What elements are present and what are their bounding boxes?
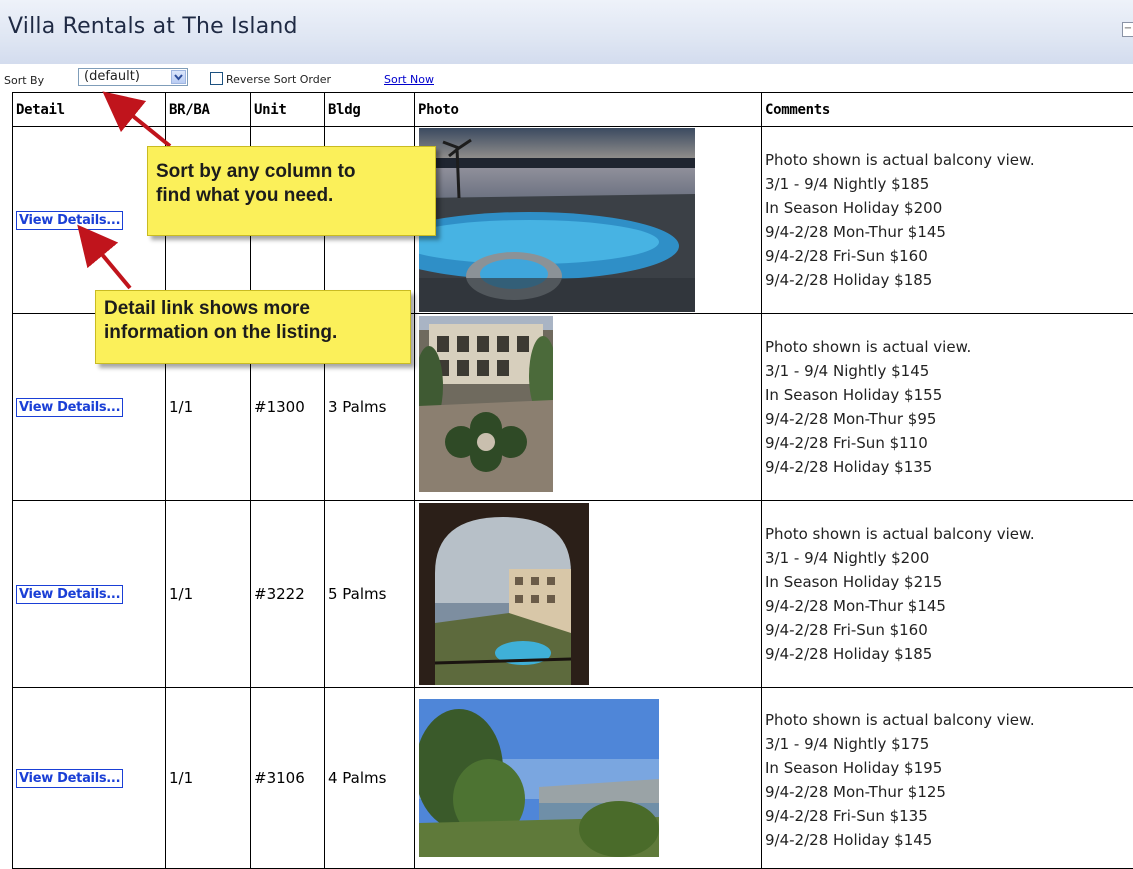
photo-cell <box>415 688 762 869</box>
reverse-sort-checkbox[interactable] <box>210 72 223 85</box>
trees-and-lake-photo <box>419 699 659 857</box>
callout-line: Detail link shows more <box>104 297 402 321</box>
comments-cell: Photo shown is actual balcony view. 3/1 … <box>762 688 1133 869</box>
column-header-comments[interactable]: Comments <box>762 93 1133 127</box>
sort-toolbar: Sort By (default) Reverse Sort Order Sor… <box>0 64 1133 92</box>
comment-line: 9/4-2/28 Holiday $135 <box>765 455 1133 479</box>
column-header-unit[interactable]: Unit <box>251 93 325 127</box>
unit-cell: #3222 <box>251 501 325 688</box>
comment-line: 9/4-2/28 Mon-Thur $125 <box>765 780 1133 804</box>
detail-callout: Detail link shows more information on th… <box>95 290 411 364</box>
table-row: View Details... 1/1 #3222 5 Palms <box>13 501 1133 688</box>
comment-line: 3/1 - 9/4 Nightly $185 <box>765 172 1133 196</box>
brba-cell: 1/1 <box>166 501 251 688</box>
callout-line: information on the listing. <box>104 321 402 345</box>
bldg-cell: 4 Palms <box>325 688 415 869</box>
comment-line: Photo shown is actual view. <box>765 335 1133 359</box>
comment-line: 9/4-2/28 Mon-Thur $145 <box>765 220 1133 244</box>
comments-cell: Photo shown is actual balcony view. 3/1 … <box>762 127 1133 314</box>
column-header-brba[interactable]: BR/BA <box>166 93 251 127</box>
comment-line: 9/4-2/28 Fri-Sun $135 <box>765 804 1133 828</box>
comment-line: Photo shown is actual balcony view. <box>765 708 1133 732</box>
reverse-sort-label: Reverse Sort Order <box>226 73 331 86</box>
comment-line: 9/4-2/28 Fri-Sun $160 <box>765 244 1133 268</box>
comment-line: Photo shown is actual balcony view. <box>765 148 1133 172</box>
comment-line: 9/4-2/28 Mon-Thur $95 <box>765 407 1133 431</box>
comment-line: 9/4-2/28 Fri-Sun $160 <box>765 618 1133 642</box>
photo-cell <box>415 501 762 688</box>
comment-line: In Season Holiday $215 <box>765 570 1133 594</box>
minus-box-icon[interactable]: − <box>1122 22 1133 37</box>
comment-line: 9/4-2/28 Holiday $185 <box>765 642 1133 666</box>
column-header-bldg[interactable]: Bldg <box>325 93 415 127</box>
comment-line: In Season Holiday $195 <box>765 756 1133 780</box>
detail-cell: View Details... <box>13 127 166 314</box>
comment-line: Photo shown is actual balcony view. <box>765 522 1133 546</box>
comment-line: 9/4-2/28 Mon-Thur $145 <box>765 594 1133 618</box>
sort-select-value: (default) <box>84 69 140 85</box>
view-details-link[interactable]: View Details... <box>16 211 123 230</box>
table-header-row: Detail BR/BA Unit Bldg Photo Comments <box>13 93 1133 127</box>
table-row: View Details... 1/1 #3106 4 Palms Ph <box>13 688 1133 869</box>
sort-now-link[interactable]: Sort Now <box>384 73 434 86</box>
column-header-detail[interactable]: Detail <box>13 93 166 127</box>
view-details-link[interactable]: View Details... <box>16 769 123 788</box>
comment-line: 3/1 - 9/4 Nightly $145 <box>765 359 1133 383</box>
detail-cell: View Details... <box>13 501 166 688</box>
comment-line: In Season Holiday $200 <box>765 196 1133 220</box>
sort-by-label: Sort By <box>4 74 44 87</box>
comment-line: 3/1 - 9/4 Nightly $175 <box>765 732 1133 756</box>
sort-select[interactable]: (default) <box>78 68 188 86</box>
unit-cell: #3106 <box>251 688 325 869</box>
courtyard-garden-photo <box>419 316 553 498</box>
brba-cell: 1/1 <box>166 688 251 869</box>
chevron-down-icon[interactable] <box>171 70 186 84</box>
sort-callout: Sort by any column to find what you need… <box>147 146 436 236</box>
arched-balcony-lake-photo <box>419 503 589 685</box>
comments-cell: Photo shown is actual balcony view. 3/1 … <box>762 501 1133 688</box>
pool-at-dusk-photo <box>419 128 701 312</box>
callout-line: Sort by any column to <box>156 160 427 184</box>
page-title: Villa Rentals at The Island <box>8 14 298 39</box>
comment-line: 3/1 - 9/4 Nightly $200 <box>765 546 1133 570</box>
photo-cell <box>415 314 762 501</box>
bldg-cell: 5 Palms <box>325 501 415 688</box>
photo-cell <box>415 127 762 314</box>
comment-line: 9/4-2/28 Fri-Sun $110 <box>765 431 1133 455</box>
comment-line: 9/4-2/28 Holiday $145 <box>765 828 1133 852</box>
column-header-photo[interactable]: Photo <box>415 93 762 127</box>
comments-cell: Photo shown is actual view. 3/1 - 9/4 Ni… <box>762 314 1133 501</box>
comment-line: 9/4-2/28 Holiday $185 <box>765 268 1133 292</box>
callout-line: find what you need. <box>156 184 427 208</box>
detail-cell: View Details... <box>13 688 166 869</box>
comment-line: In Season Holiday $155 <box>765 383 1133 407</box>
view-details-link[interactable]: View Details... <box>16 585 123 604</box>
view-details-link[interactable]: View Details... <box>16 398 123 417</box>
page-header: Villa Rentals at The Island − <box>0 0 1133 64</box>
